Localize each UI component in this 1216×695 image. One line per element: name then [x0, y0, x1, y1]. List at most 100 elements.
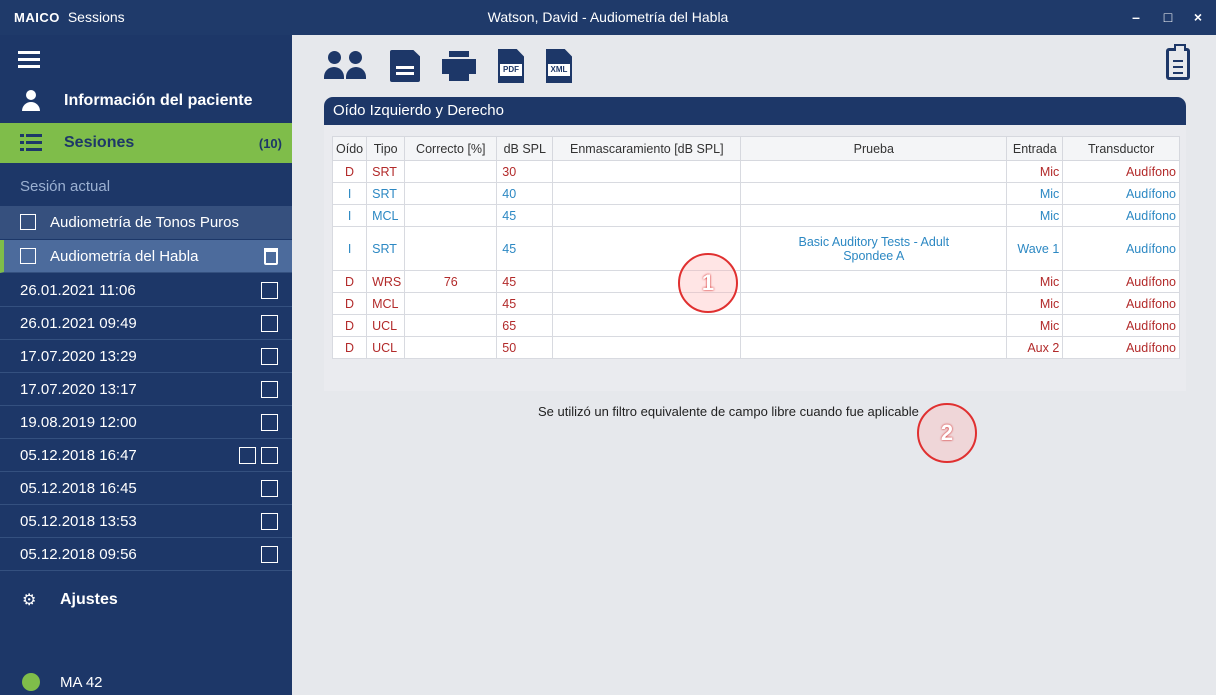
- cell-db: 45: [496, 226, 554, 271]
- session-date: 19.08.2019 12:00: [20, 413, 137, 431]
- results-panel: Oído Izquierdo y Derecho Oído Tipo Corre…: [324, 97, 1186, 391]
- menu-icon[interactable]: [18, 51, 40, 68]
- table-header: Oído Tipo Correcto [%] dB SPL Enmascaram…: [331, 136, 1180, 161]
- cell-type: MCL: [366, 292, 406, 315]
- pdf-label: PDF: [500, 64, 522, 76]
- gear-icon: ⚙: [22, 592, 37, 609]
- session-row[interactable]: 05.12.2018 13:53: [0, 505, 292, 538]
- col-header[interactable]: Transductor: [1062, 136, 1180, 161]
- cell-ear: I: [331, 182, 368, 205]
- session-row[interactable]: 19.08.2019 12:00: [0, 406, 292, 439]
- cell-mask: [552, 182, 742, 205]
- col-header[interactable]: Entrada: [1006, 136, 1064, 161]
- cell-correct: [404, 314, 498, 337]
- cell-db: 50: [496, 336, 554, 359]
- pure-tone-icon: [20, 214, 36, 230]
- minimize-button[interactable]: –: [1124, 6, 1148, 28]
- session-row[interactable]: 05.12.2018 09:56: [0, 538, 292, 571]
- col-header[interactable]: Correcto [%]: [404, 136, 498, 161]
- pdf-export-icon[interactable]: PDF: [498, 49, 524, 83]
- nav-patient-info-label: Información del paciente: [64, 91, 253, 109]
- sidebar: Información del paciente Sesiones (10) S…: [0, 35, 292, 695]
- device-status: MA 42: [22, 673, 103, 691]
- table-row[interactable]: D SRT 30 Mic Audífono: [331, 160, 1180, 183]
- nav-patient-info[interactable]: Información del paciente: [0, 84, 292, 117]
- cell-input: Wave 1: [1006, 226, 1064, 271]
- cell-test: [740, 182, 1008, 205]
- table-row[interactable]: D UCL 50 Aux 2 Audífono: [331, 336, 1180, 359]
- session-row[interactable]: 26.01.2021 11:06: [0, 274, 292, 307]
- session-date: 17.07.2020 13:29: [20, 347, 137, 365]
- cell-correct: [404, 292, 498, 315]
- close-button[interactable]: ×: [1186, 6, 1210, 28]
- speech-icon: [261, 347, 278, 365]
- callout-marker: 1: [678, 253, 738, 313]
- toolbar: PDF XML: [324, 46, 572, 86]
- cell-db: 45: [496, 292, 554, 315]
- table-row[interactable]: D WRS 76 45 Mic Audífono: [331, 270, 1180, 293]
- nav-settings[interactable]: ⚙ Ajustes: [0, 585, 292, 615]
- cell-test: [740, 314, 1008, 337]
- table-row[interactable]: D MCL 45 Mic Audífono: [331, 292, 1180, 315]
- cell-test: [740, 204, 1008, 227]
- cell-correct: [404, 336, 498, 359]
- nav-sessions[interactable]: Sesiones (10): [0, 123, 292, 163]
- cell-input: Aux 2: [1006, 336, 1064, 359]
- table-row[interactable]: I SRT 40 Mic Audífono: [331, 182, 1180, 205]
- cell-input: Mic: [1006, 314, 1064, 337]
- window-title: Watson, David - Audiometría del Habla: [487, 9, 729, 25]
- cell-type: UCL: [366, 314, 406, 337]
- cell-type: WRS: [366, 270, 406, 293]
- nav-settings-label: Ajustes: [60, 591, 118, 608]
- panel-title: Oído Izquierdo y Derecho: [324, 97, 1186, 125]
- cell-input: Mic: [1006, 182, 1064, 205]
- print-icon[interactable]: [442, 51, 476, 81]
- sessions-count: (10): [258, 135, 282, 151]
- cell-ear: D: [331, 336, 368, 359]
- trash-icon[interactable]: [264, 247, 278, 265]
- cell-ear: D: [331, 160, 368, 183]
- session-date: 26.01.2021 09:49: [20, 314, 137, 332]
- current-session-label: Sesión actual: [20, 178, 111, 195]
- session-row[interactable]: 17.07.2020 13:17: [0, 373, 292, 406]
- cell-ear: D: [331, 292, 368, 315]
- test-speech[interactable]: Audiometría del Habla: [0, 240, 292, 273]
- test-pure-tone[interactable]: Audiometría de Tonos Puros: [0, 206, 292, 239]
- cell-correct: [404, 160, 498, 183]
- cell-db: 45: [496, 204, 554, 227]
- nav-sessions-label: Sesiones: [64, 134, 135, 151]
- save-icon[interactable]: [390, 50, 420, 82]
- col-header[interactable]: dB SPL: [496, 136, 554, 161]
- cell-transducer: Audífono: [1062, 204, 1180, 227]
- session-row[interactable]: 17.07.2020 13:29: [0, 340, 292, 373]
- session-row[interactable]: 26.01.2021 09:49: [0, 307, 292, 340]
- session-row[interactable]: 05.12.2018 16:47: [0, 439, 292, 472]
- cell-transducer: Audífono: [1062, 314, 1180, 337]
- report-clipboard-icon[interactable]: [1166, 44, 1190, 80]
- table-row[interactable]: I SRT 45 Basic Auditory Tests - Adult Sp…: [331, 226, 1180, 271]
- session-date: 05.12.2018 09:56: [20, 545, 137, 563]
- cell-test: [740, 292, 1008, 315]
- cell-db: 45: [496, 270, 554, 293]
- patients-icon[interactable]: [324, 51, 368, 81]
- cell-correct: [404, 182, 498, 205]
- cell-transducer: Audífono: [1062, 226, 1180, 271]
- col-header[interactable]: Oído: [331, 136, 368, 161]
- xml-export-icon[interactable]: XML: [546, 49, 572, 83]
- col-header[interactable]: Prueba: [740, 136, 1008, 161]
- session-date: 26.01.2021 11:06: [20, 281, 136, 299]
- cell-db: 65: [496, 314, 554, 337]
- cell-mask: [552, 336, 742, 359]
- session-row[interactable]: 05.12.2018 16:45: [0, 472, 292, 505]
- table-row[interactable]: D UCL 65 Mic Audífono: [331, 314, 1180, 337]
- cell-type: SRT: [366, 160, 406, 183]
- maximize-button[interactable]: □: [1156, 6, 1180, 28]
- cell-input: Mic: [1006, 270, 1064, 293]
- cell-ear: D: [331, 270, 368, 293]
- pure-tone-icon: [261, 512, 278, 530]
- pure-tone-icon: [261, 281, 278, 299]
- table-row[interactable]: I MCL 45 Mic Audífono: [331, 204, 1180, 227]
- col-header[interactable]: Enmascaramiento [dB SPL]: [552, 136, 742, 161]
- col-header[interactable]: Tipo: [366, 136, 406, 161]
- device-name: MA 42: [60, 673, 103, 691]
